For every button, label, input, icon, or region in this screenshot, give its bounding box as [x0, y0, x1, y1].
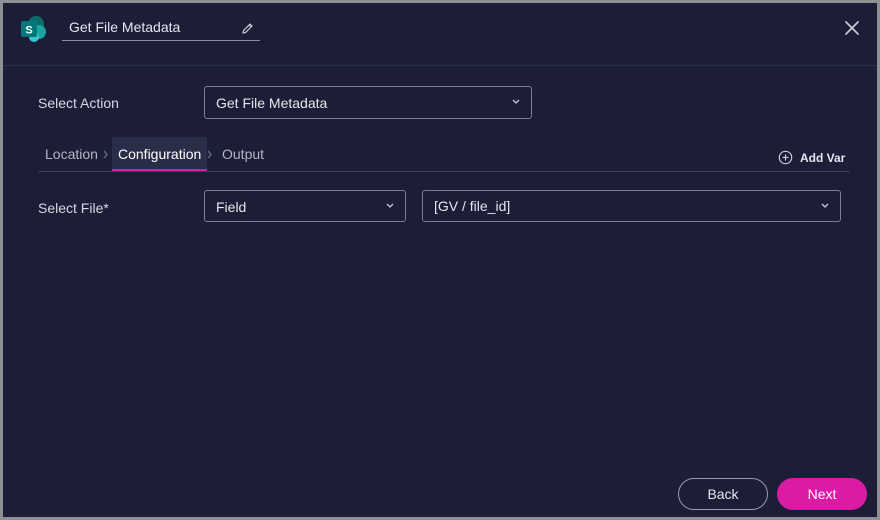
chevron-down-icon [821, 203, 829, 208]
get-file-metadata-dialog: S Get File Metadata Select Action Get Fi… [0, 0, 880, 520]
chevron-down-icon [386, 203, 394, 208]
title-field[interactable]: Get File Metadata [62, 16, 260, 41]
sharepoint-logo-icon: S [21, 16, 46, 42]
plus-circle-icon [778, 150, 793, 165]
tab-configuration[interactable]: Configuration [112, 137, 208, 171]
file-variable-dropdown[interactable]: [GV / file_id] [422, 190, 841, 222]
tab-location[interactable]: Location [45, 137, 98, 171]
tab-output[interactable]: Output [222, 137, 264, 171]
back-button[interactable]: Back [678, 478, 768, 510]
add-var-label: Add Var [800, 151, 846, 165]
file-source-dropdown[interactable]: Field [204, 190, 406, 222]
file-variable-value: [GV / file_id] [434, 198, 511, 214]
select-action-dropdown[interactable]: Get File Metadata [204, 86, 532, 119]
dialog-title: Get File Metadata [69, 19, 181, 35]
select-file-label: Select File* [38, 200, 109, 216]
select-action-label: Select Action [38, 95, 119, 111]
dialog-header: S Get File Metadata [3, 3, 877, 66]
chevron-down-icon [512, 99, 520, 104]
next-button[interactable]: Next [777, 478, 867, 510]
close-icon[interactable] [843, 19, 861, 37]
svg-text:S: S [25, 25, 32, 37]
chevron-right-icon [207, 150, 212, 159]
step-tabs: Location Configuration Output [38, 137, 850, 172]
file-source-value: Field [216, 199, 247, 215]
select-action-value: Get File Metadata [216, 95, 328, 111]
chevron-right-icon [103, 150, 108, 159]
pencil-icon[interactable] [241, 22, 254, 35]
